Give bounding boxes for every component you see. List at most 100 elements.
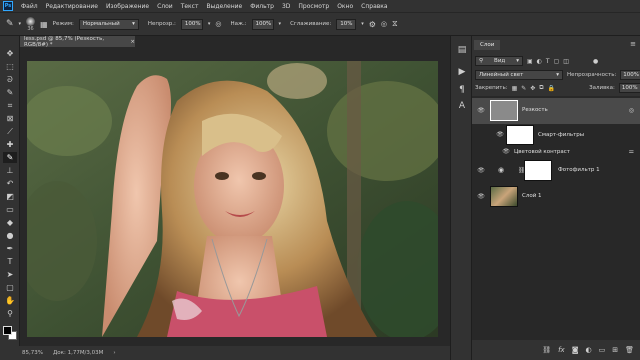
new-adjustment-icon[interactable]: ◐	[586, 346, 592, 354]
eyedropper-tool-icon[interactable]: ⟋	[3, 126, 17, 137]
lock-position-icon[interactable]: ✥	[530, 85, 535, 92]
marquee-tool-icon[interactable]: ⬚	[3, 61, 17, 72]
chevron-down-icon[interactable]: ▾	[279, 21, 282, 27]
pen-tool-icon[interactable]: ✒	[3, 243, 17, 254]
smoothing-field[interactable]: 10%	[336, 18, 357, 30]
character-panel-icon[interactable]: A	[456, 100, 468, 112]
canvas-photo[interactable]	[27, 61, 438, 337]
lock-all-icon[interactable]: 🔒	[548, 85, 555, 92]
menu-image[interactable]: Изображение	[106, 3, 149, 10]
layer-row[interactable]: 👁 ◉ ⛓ Фотофильтр 1	[472, 158, 640, 184]
layer-name[interactable]: Слой 1	[522, 193, 542, 199]
zoom-tool-icon[interactable]: ⚲	[3, 308, 17, 319]
pressure-size-icon[interactable]: ◎	[381, 20, 387, 28]
add-mask-icon[interactable]: ◙	[572, 346, 579, 354]
layer-thumbnail	[490, 100, 518, 121]
crop-tool-icon[interactable]: ⌗	[3, 100, 17, 111]
type-tool-icon[interactable]: T	[3, 256, 17, 267]
layer-name[interactable]: Фотофильтр 1	[558, 167, 600, 173]
menu-edit[interactable]: Редактирование	[46, 3, 98, 10]
pressure-field[interactable]: 100%	[251, 18, 274, 30]
foreground-color-swatch[interactable]	[3, 326, 12, 335]
lock-artboard-icon[interactable]: ⧉	[539, 84, 543, 92]
brush-tool-icon[interactable]: ✎	[6, 19, 14, 29]
menu-layers[interactable]: Слои	[157, 3, 173, 10]
mode-select[interactable]: Нормальный ▾	[78, 18, 139, 30]
panel-menu-icon[interactable]: ≡	[630, 40, 636, 48]
dodge-tool-icon[interactable]: ●	[3, 230, 17, 241]
gradient-tool-icon[interactable]: ▭	[3, 204, 17, 215]
clone-stamp-tool-icon[interactable]: ⊥	[3, 165, 17, 176]
filter-adjustment-icon[interactable]: ◐	[537, 58, 542, 65]
filter-shape-icon[interactable]: ▢	[554, 58, 560, 65]
opacity-field[interactable]: 100%	[620, 70, 640, 80]
filter-toggle-icon[interactable]: ●	[593, 58, 598, 65]
delete-layer-icon[interactable]: 🗑	[625, 346, 634, 354]
hand-tool-icon[interactable]: ✋	[3, 295, 17, 306]
move-tool-icon[interactable]: ✥	[3, 48, 17, 59]
symmetry-icon[interactable]: ⧖	[392, 19, 398, 29]
new-group-icon[interactable]: ▭	[599, 346, 606, 354]
filter-options-icon[interactable]: ⚌	[629, 148, 634, 155]
chevron-down-icon[interactable]: ▾	[361, 21, 364, 27]
eraser-tool-icon[interactable]: ◩	[3, 191, 17, 202]
brush-preset-picker[interactable]: 36	[26, 16, 36, 32]
history-brush-tool-icon[interactable]: ↶	[3, 178, 17, 189]
layer-row[interactable]: 👁 Резкость ◎	[472, 98, 640, 124]
menu-select[interactable]: Выделение	[206, 3, 242, 10]
blur-tool-icon[interactable]: ◆	[3, 217, 17, 228]
filter-kind-value: Вид	[494, 58, 506, 64]
opacity-field[interactable]: 100%	[180, 18, 203, 30]
menu-window[interactable]: Окно	[337, 3, 353, 10]
healing-brush-tool-icon[interactable]: ✚	[3, 139, 17, 150]
fill-field[interactable]: 100%	[618, 83, 640, 93]
filter-type-icon[interactable]: T	[546, 58, 550, 65]
eye-icon[interactable]: 👁	[496, 131, 504, 139]
filter-kind-select[interactable]: ⚲ Вид ▾	[475, 56, 523, 66]
filter-row[interactable]: 👁 Цветовой контраст ⚌	[472, 146, 640, 158]
menu-view[interactable]: Просмотр	[298, 3, 329, 10]
menu-filter[interactable]: Фильтр	[250, 3, 274, 10]
eye-icon[interactable]: 👁	[477, 167, 485, 175]
zoom-readout[interactable]: 85,73%	[22, 350, 43, 356]
layer-row[interactable]: 👁 Слой 1	[472, 184, 640, 210]
quick-select-tool-icon[interactable]: ✎	[3, 87, 17, 98]
smoothing-options-icon[interactable]: ⚙	[369, 20, 376, 29]
eye-icon[interactable]: 👁	[477, 193, 485, 201]
filter-pixel-icon[interactable]: ▣	[527, 58, 533, 65]
link-layers-icon[interactable]: ⛓	[542, 346, 551, 354]
document-tab[interactable]: less.psd @ 85,7% (Резкость, RGB/8#) * ×	[20, 36, 135, 48]
blend-row: Линейный свет ▾ Непрозрачность: 100%	[475, 70, 640, 80]
path-selection-tool-icon[interactable]: ➤	[3, 269, 17, 280]
history-panel-icon[interactable]: ▤	[456, 44, 468, 56]
mode-label: Режим:	[52, 21, 74, 27]
layer-style-icon[interactable]: fx	[558, 346, 565, 354]
menu-file[interactable]: Файл	[21, 3, 38, 10]
eye-icon[interactable]: 👁	[477, 107, 485, 115]
smart-filters-row[interactable]: 👁 Смарт-фильтры	[472, 124, 640, 146]
menu-type[interactable]: Текст	[181, 3, 199, 10]
frame-tool-icon[interactable]: ⊠	[3, 113, 17, 124]
lock-image-icon[interactable]: ✎	[521, 85, 526, 92]
lock-transparent-icon[interactable]: ▦	[512, 85, 518, 92]
actions-panel-icon[interactable]: ▶	[456, 66, 468, 78]
smoothing-value: 10%	[340, 21, 353, 27]
chevron-right-icon[interactable]: ›	[113, 350, 115, 356]
menu-3d[interactable]: 3D	[282, 3, 290, 10]
eye-icon[interactable]: 👁	[502, 148, 510, 156]
close-icon[interactable]: ×	[130, 39, 135, 45]
layer-name[interactable]: Резкость	[522, 107, 548, 113]
new-layer-icon[interactable]: ⊞	[612, 346, 618, 354]
brush-tool-icon[interactable]: ✎	[3, 152, 17, 163]
paragraph-panel-icon[interactable]: ¶	[456, 84, 468, 96]
shape-tool-icon[interactable]: ▢	[3, 282, 17, 293]
menu-help[interactable]: Справка	[361, 3, 387, 10]
chevron-down-icon[interactable]: ▾	[208, 21, 211, 27]
brush-settings-icon[interactable]: ▦	[40, 20, 48, 29]
pressure-opacity-icon[interactable]: ◎	[215, 20, 221, 28]
tab-layers[interactable]: Слои	[474, 40, 501, 50]
filter-smart-object-icon[interactable]: ◫	[563, 58, 569, 65]
lasso-tool-icon[interactable]: ᘐ	[3, 74, 17, 85]
blend-mode-select[interactable]: Линейный свет ▾	[475, 70, 563, 80]
chevron-down-icon[interactable]: ▾	[19, 21, 22, 27]
